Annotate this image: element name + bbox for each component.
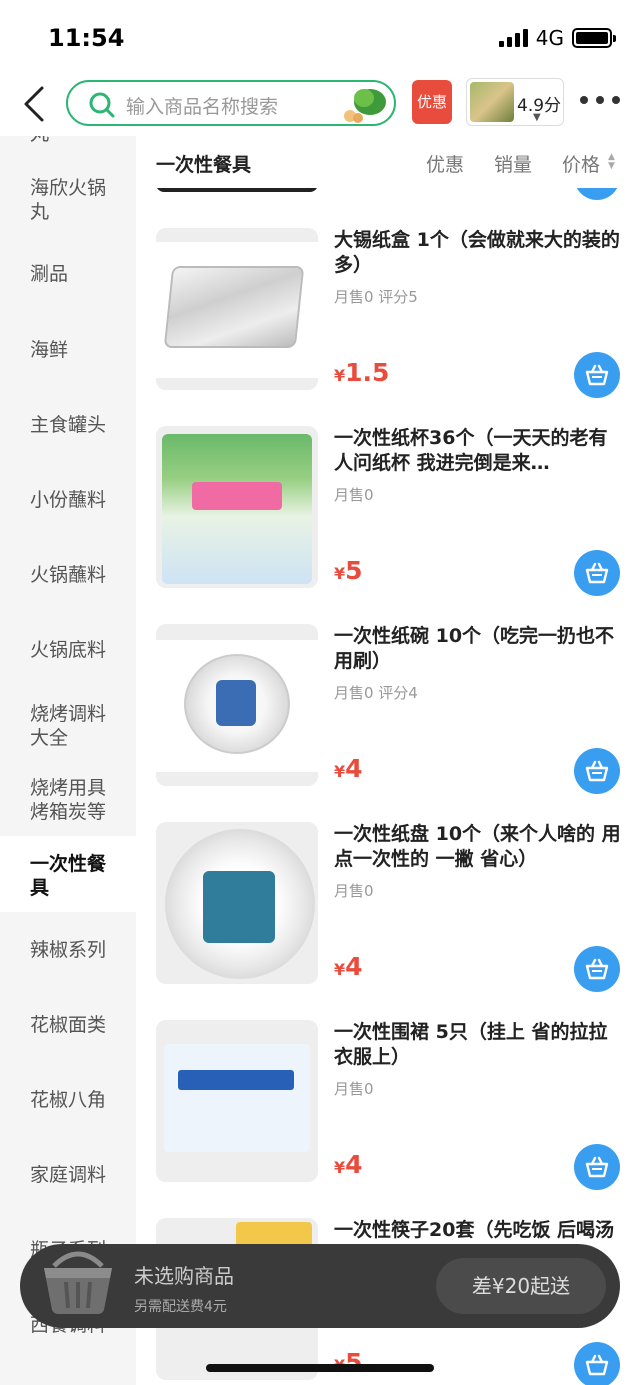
- checkout-button[interactable]: 差¥20起送: [436, 1258, 606, 1314]
- product-meta: 月售0 评分5: [334, 288, 418, 306]
- product-item[interactable]: 一次性纸盘 10个（来个人啥的 用点一次性的 一撇 省心） 月售0 ¥4: [136, 822, 640, 1020]
- store-rating-button[interactable]: 4.9分 ▼: [466, 78, 564, 126]
- home-indicator[interactable]: [206, 1364, 434, 1372]
- cart-empty-text: 未选购商品: [134, 1264, 234, 1288]
- caret-down-icon: ▼: [533, 112, 541, 123]
- status-bar: 11:54 4G: [0, 0, 640, 72]
- basket-icon: [585, 1156, 609, 1178]
- list-header: 一次性餐具 优惠 销量 价格 ▲ ▼: [136, 136, 640, 188]
- product-image[interactable]: [156, 426, 318, 588]
- add-to-cart-button[interactable]: [574, 1342, 620, 1385]
- back-button[interactable]: [18, 82, 54, 126]
- sidebar-item[interactable]: 辣椒系列: [0, 938, 136, 962]
- product-meta: 月售0 评分4: [334, 684, 418, 702]
- product-price: ¥5: [334, 556, 363, 585]
- chevron-left-icon: [24, 86, 44, 122]
- basket-icon: [585, 760, 609, 782]
- sidebar-item[interactable]: 家庭调料: [0, 1163, 136, 1187]
- sort-promo-tab[interactable]: 优惠: [426, 150, 464, 177]
- product-price: ¥1.5: [334, 358, 390, 387]
- product-price: ¥5: [334, 1348, 363, 1377]
- add-to-cart-button[interactable]: [574, 1144, 620, 1190]
- product-meta: 月售0: [334, 882, 374, 900]
- sidebar-item[interactable]: 主食罐头: [0, 413, 136, 437]
- more-options-button[interactable]: [580, 96, 620, 104]
- sidebar-item[interactable]: 火锅蘸料: [0, 563, 136, 587]
- sidebar-item[interactable]: 海鲜: [0, 338, 136, 362]
- product-price: ¥4: [334, 1150, 363, 1179]
- sidebar-item[interactable]: 丸: [0, 136, 136, 146]
- basket-icon: [585, 1354, 609, 1376]
- search-placeholder: 输入商品名称搜索: [126, 96, 279, 118]
- sidebar-item[interactable]: 火锅底料: [0, 638, 136, 662]
- sidebar-item[interactable]: 花椒八角: [0, 1088, 136, 1112]
- sort-arrows-icon: ▲ ▼: [608, 152, 615, 171]
- product-meta: 月售0: [334, 486, 374, 504]
- delivery-fee-text: 另需配送费4元: [134, 1299, 227, 1315]
- sidebar-item[interactable]: 海欣火锅丸: [0, 176, 136, 224]
- promo-button[interactable]: 优惠: [412, 80, 452, 124]
- sidebar-item[interactable]: 花椒面类: [0, 1013, 136, 1037]
- add-to-cart-button[interactable]: [574, 550, 620, 596]
- search-bar[interactable]: 输入商品名称搜索: [66, 80, 396, 126]
- basket-icon: [585, 364, 609, 386]
- sidebar-item[interactable]: 涮品: [0, 262, 136, 286]
- sidebar-item[interactable]: 小份蘸料: [0, 488, 136, 512]
- product-item[interactable]: 一次性围裙 5只（挂上 省的拉拉衣服上） 月售0 ¥4: [136, 1020, 640, 1218]
- basket-icon: [585, 958, 609, 980]
- category-title: 一次性餐具: [156, 154, 252, 176]
- product-image[interactable]: [156, 624, 318, 786]
- product-item[interactable]: 一次性纸碗 10个（吃完一扔也不用刷） 月售0 评分4 ¥4: [136, 624, 640, 822]
- sort-sales-tab[interactable]: 销量: [494, 150, 532, 177]
- sort-price-tab[interactable]: 价格: [562, 150, 600, 177]
- product-image[interactable]: [156, 822, 318, 984]
- top-nav: 输入商品名称搜索 优惠 4.9分 ▼: [0, 72, 640, 136]
- shopping-basket-icon[interactable]: [38, 1240, 118, 1316]
- add-to-cart-button[interactable]: [574, 748, 620, 794]
- sidebar-item[interactable]: 烧烤用具烤箱炭等: [0, 776, 136, 824]
- add-to-cart-button[interactable]: [574, 946, 620, 992]
- sidebar-item[interactable]: 烧烤调料大全: [0, 702, 136, 750]
- status-time: 11:54: [48, 24, 125, 52]
- product-name: 一次性纸碗 10个（吃完一扔也不用刷）: [334, 625, 615, 672]
- product-item[interactable]: 大锡纸盒 1个（会做就来大的装的多） 月售0 评分5 ¥1.5: [136, 228, 640, 426]
- add-to-cart-button[interactable]: [574, 352, 620, 398]
- cart-bar[interactable]: 未选购商品 另需配送费4元 差¥20起送: [20, 1244, 620, 1328]
- product-name: 大锡纸盒 1个（会做就来大的装的多）: [334, 229, 620, 276]
- product-name: 一次性纸杯36个（一天天的老有人问纸杯 我进完倒是来…: [334, 427, 608, 474]
- search-icon: [89, 92, 115, 118]
- sidebar-item-active[interactable]: 一次性餐具: [0, 836, 136, 912]
- basket-icon: [585, 562, 609, 584]
- product-image[interactable]: [156, 1020, 318, 1182]
- status-icons: 4G: [498, 26, 616, 50]
- product-name: 一次性围裙 5只（挂上 省的拉拉衣服上）: [334, 1021, 608, 1068]
- store-thumbnail: [470, 82, 514, 122]
- network-type: 4G: [535, 26, 564, 50]
- product-name: 一次性纸盘 10个（来个人啥的 用点一次性的 一撇 省心）: [334, 823, 621, 870]
- product-meta: 月售0: [334, 1080, 374, 1098]
- product-price: ¥4: [334, 754, 363, 783]
- product-image[interactable]: [156, 228, 318, 390]
- signal-icon: [498, 29, 528, 47]
- battery-icon: [572, 28, 616, 48]
- vegetable-icon: [344, 89, 386, 123]
- product-price: ¥4: [334, 952, 363, 981]
- product-item[interactable]: 一次性纸杯36个（一天天的老有人问纸杯 我进完倒是来… 月售0 ¥5: [136, 426, 640, 624]
- category-sidebar: 丸 海欣火锅丸 涮品 海鲜 主食罐头 小份蘸料 火锅蘸料 火锅底料 烧烤调料大全…: [0, 136, 136, 1385]
